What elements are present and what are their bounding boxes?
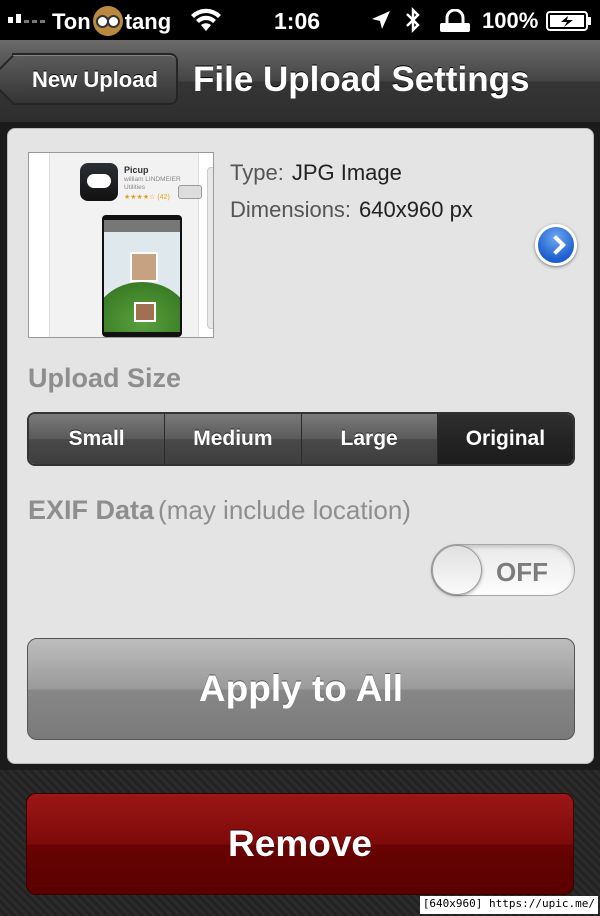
file-type-value: JPG Image — [291, 160, 402, 185]
back-button[interactable]: New Upload — [0, 53, 178, 105]
thumbnail-category: Utilities — [124, 184, 145, 191]
location-arrow-icon — [372, 11, 390, 29]
size-option-medium[interactable]: Medium — [165, 414, 302, 464]
battery-percent: 100% — [482, 8, 539, 33]
upload-size-selector: Small Medium Large Original — [27, 412, 575, 466]
thumbnail-screenshot: Picup william LINDMEIER Utilities ★★★★☆ … — [49, 153, 202, 337]
carrier-name: Ton tang — [52, 6, 171, 38]
thumbnail-developer: william LINDMEIER — [124, 176, 181, 183]
file-type: Type: JPG Image — [230, 160, 402, 186]
status-bar: Ton tang 1:06 100% — [0, 0, 600, 40]
dimensions-value: 640x960 px — [359, 197, 473, 222]
back-button-label: New Upload — [32, 67, 158, 92]
navigation-bar: New Upload File Upload Settings — [0, 40, 600, 124]
file-dimensions: Dimensions: 640x960 px — [230, 197, 473, 223]
upload-size-label: Upload Size — [28, 363, 182, 393]
download-icon — [178, 185, 202, 199]
orientation-lock-icon — [440, 9, 470, 32]
thumbnail-app-name: Picup — [124, 165, 149, 175]
apply-to-all-button[interactable]: Apply to All — [27, 638, 575, 740]
dimensions-label: Dimensions: — [230, 197, 352, 222]
toggle-knob — [432, 545, 482, 595]
bluetooth-icon — [406, 6, 420, 34]
remove-button[interactable]: Remove — [26, 793, 574, 895]
thumbnail-rating: ★★★★☆ (42) — [124, 194, 170, 201]
image-thumbnail[interactable]: Picup william LINDMEIER Utilities ★★★★☆ … — [28, 152, 214, 338]
carrier-logo-icon — [92, 6, 123, 36]
watermark: [640x960] https://upic.me/ — [419, 896, 598, 914]
settings-card: Picup william LINDMEIER Utilities ★★★★☆ … — [7, 128, 594, 764]
status-time: 1:06 — [274, 8, 321, 34]
size-option-small[interactable]: Small — [29, 414, 166, 464]
detail-disclosure-icon[interactable] — [535, 224, 577, 266]
size-option-original[interactable]: Original — [437, 414, 573, 464]
battery-charging-icon — [546, 11, 591, 31]
exif-label: EXIF Data (may include location) — [28, 495, 411, 526]
page-title: File Upload Settings — [193, 60, 530, 99]
thumbnail-phone-preview — [102, 215, 182, 337]
wifi-icon — [191, 8, 221, 31]
cloud-app-icon — [80, 163, 118, 201]
exif-title: EXIF Data — [28, 495, 155, 525]
signal-strength-icon — [8, 14, 45, 23]
size-option-large[interactable]: Large — [301, 414, 438, 464]
toggle-state: OFF — [496, 557, 548, 587]
file-type-label: Type: — [230, 160, 284, 185]
exif-toggle[interactable]: OFF — [431, 544, 575, 596]
exif-note: (may include location) — [158, 495, 411, 525]
